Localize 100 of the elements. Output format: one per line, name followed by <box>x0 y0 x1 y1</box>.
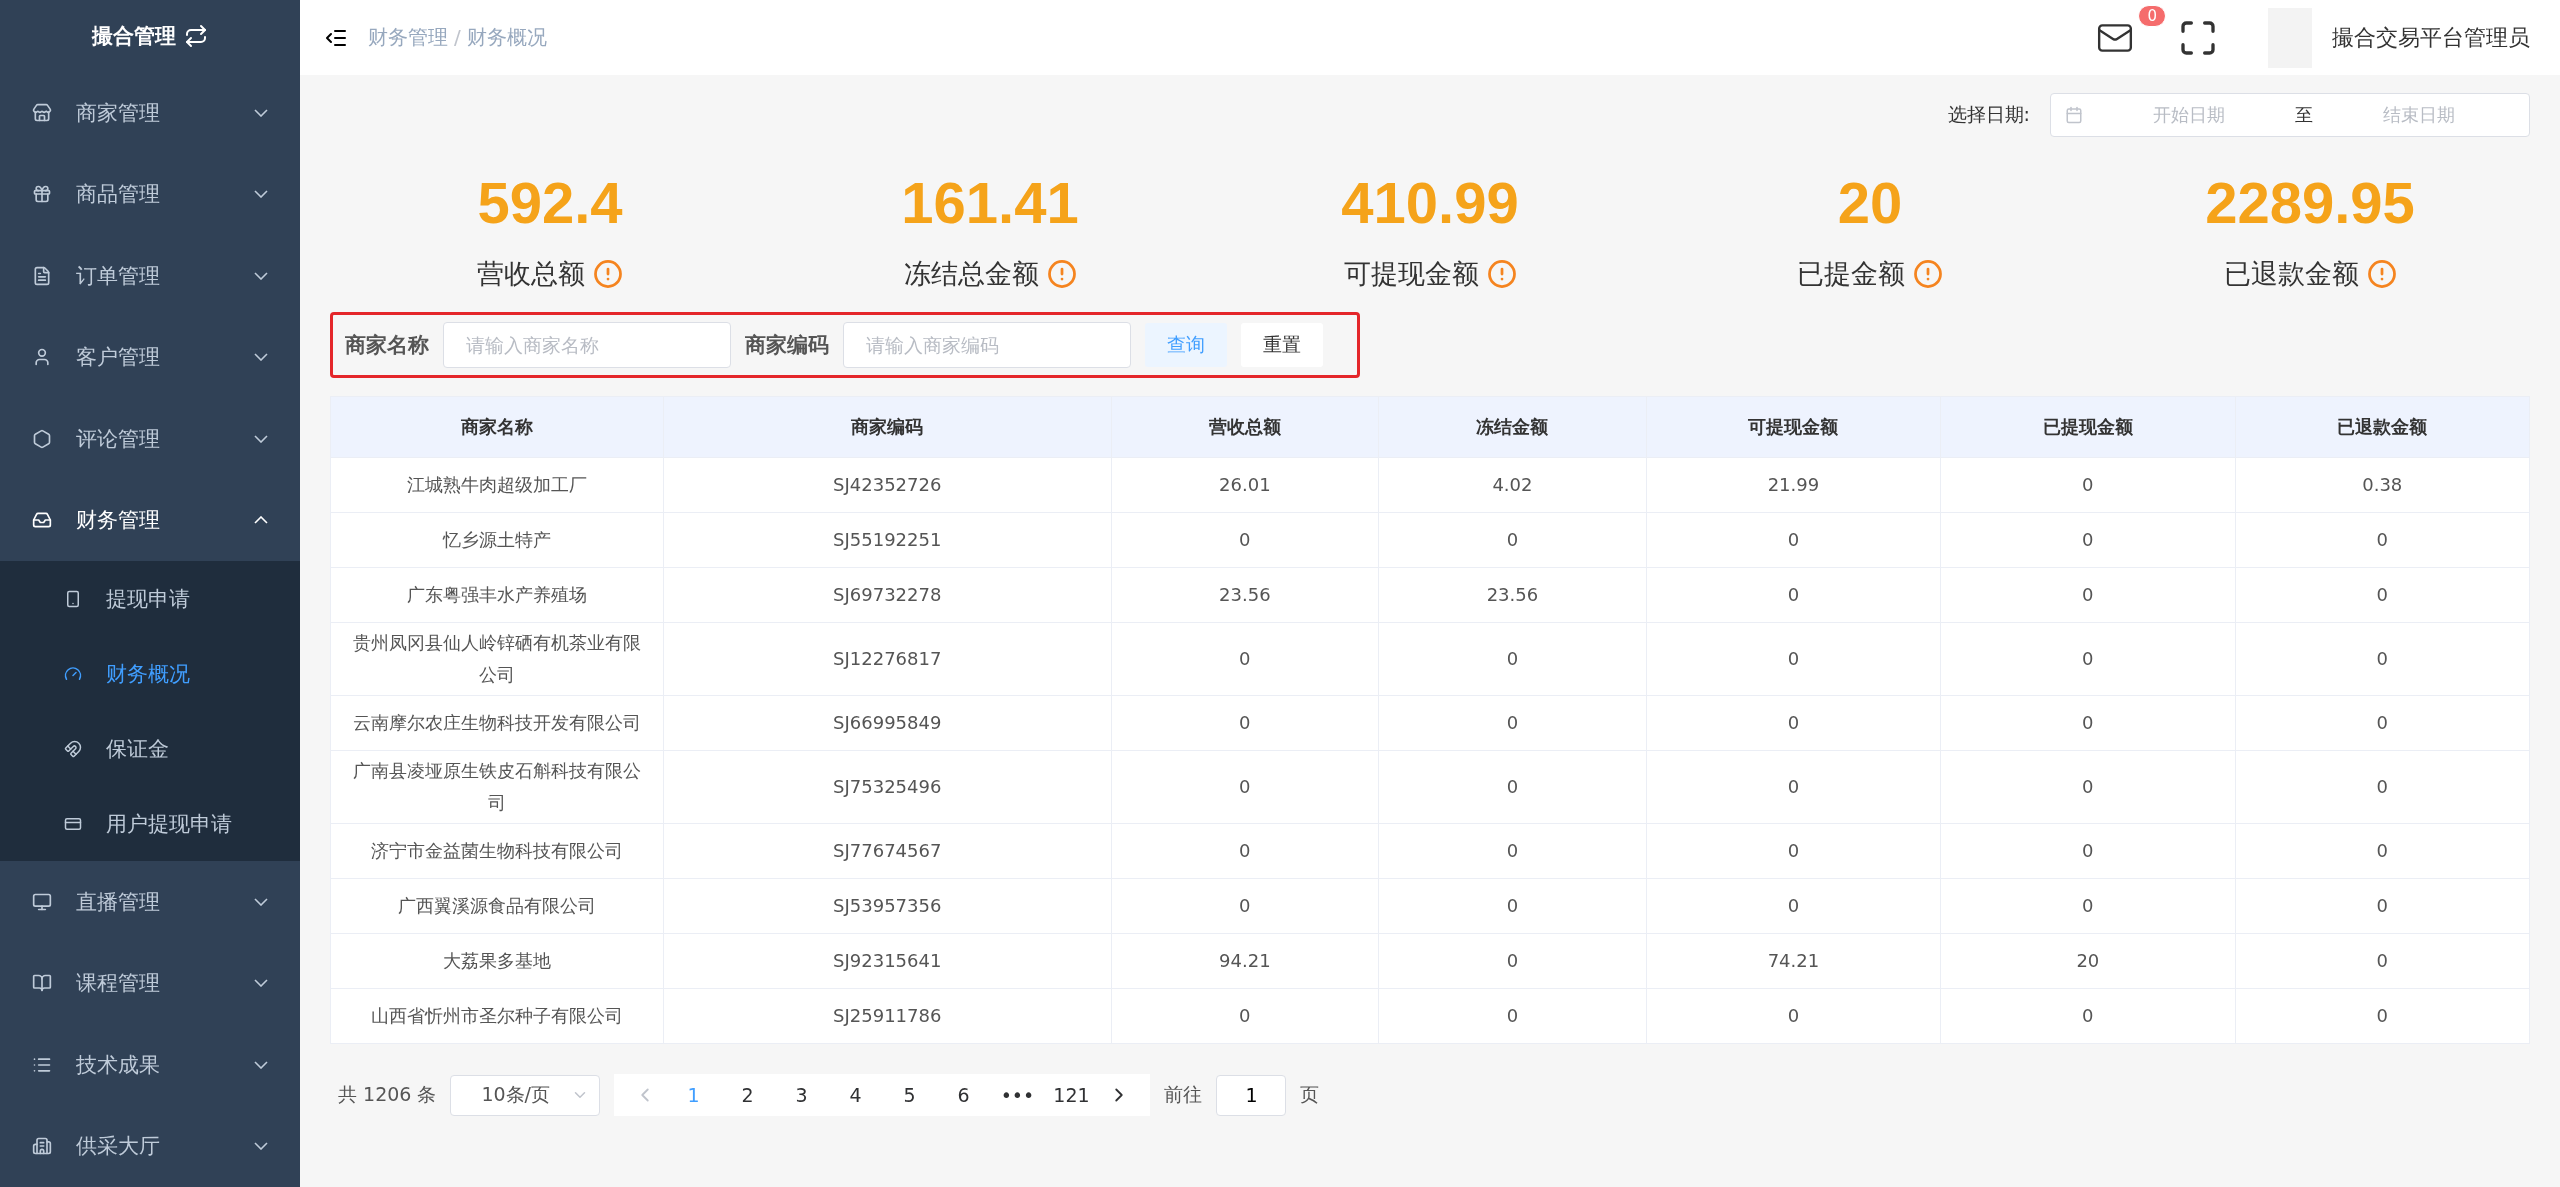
page-number[interactable]: 5 <box>882 1084 937 1106</box>
page-number[interactable]: 4 <box>828 1084 883 1106</box>
table-cell: 0 <box>1940 750 2236 824</box>
table-cell: SJ69732278 <box>663 567 1111 623</box>
table-cell: 忆乡源土特产 <box>330 512 664 568</box>
date-label: 选择日期: <box>1947 102 2030 127</box>
menu-item[interactable]: 直播管理 <box>0 861 300 943</box>
table-cell: 0 <box>1646 823 1941 879</box>
gift-icon <box>32 184 52 205</box>
info-icon[interactable] <box>2366 259 2397 289</box>
table-cell: 0 <box>1111 512 1379 568</box>
info-icon[interactable] <box>1486 259 1517 289</box>
table-cell: 26.01 <box>1111 457 1379 513</box>
table-cell: 0 <box>1940 622 2236 696</box>
document-icon <box>32 265 52 286</box>
table-cell: 0 <box>1378 988 1647 1044</box>
table-cell: 0 <box>1378 622 1647 696</box>
menu-item[interactable]: 技术成果 <box>0 1024 300 1106</box>
page-number[interactable]: 3 <box>774 1084 829 1106</box>
table-cell: 0 <box>1940 988 2236 1044</box>
chevron-down-icon <box>254 434 268 443</box>
table-cell: 0 <box>1111 695 1379 751</box>
table-cell: 云南摩尔农庄生物科技开发有限公司 <box>330 695 664 751</box>
goto-label: 前往 <box>1164 1082 1203 1107</box>
chevron-down-icon <box>254 1142 268 1151</box>
table-cell: 广西翼溪源食品有限公司 <box>330 878 664 934</box>
date-range-picker[interactable]: 开始日期 至 结束日期 <box>2050 93 2530 137</box>
table-cell: 山西省忻州市圣尔种子有限公司 <box>330 988 664 1044</box>
table-cell: 0 <box>1646 622 1941 696</box>
stat-label: 可提现金额 <box>1343 257 1479 291</box>
table-cell: SJ25911786 <box>663 988 1111 1044</box>
table-cell: SJ66995849 <box>663 695 1111 751</box>
table-cell: 0 <box>2235 695 2530 751</box>
table-cell: 大荔果多基地 <box>330 933 664 989</box>
table-cell: 74.21 <box>1646 933 1941 989</box>
table-cell: SJ55192251 <box>663 512 1111 568</box>
page-number[interactable]: ••• <box>990 1084 1045 1106</box>
submenu-item[interactable]: 提现申请 <box>0 561 300 636</box>
page-number[interactable]: 6 <box>936 1084 991 1106</box>
submenu-item[interactable]: 保证金 <box>0 711 300 786</box>
menu-item[interactable]: 客户管理 <box>0 316 300 398</box>
stat-value: 410.99 <box>1341 169 1519 236</box>
table-cell: 广南县凌垭原生铁皮石斛科技有限公司 <box>330 750 664 824</box>
chevron-down-icon <box>254 979 268 988</box>
info-icon[interactable] <box>1046 259 1077 289</box>
table-cell: 0 <box>1111 988 1379 1044</box>
table-cell: 0 <box>1111 622 1379 696</box>
chevron-down-icon <box>254 897 268 906</box>
stat-label: 已提金额 <box>1797 257 1905 291</box>
submenu-item[interactable]: 财务概况 <box>0 636 300 711</box>
column-header: 营收总额 <box>1111 396 1379 458</box>
menu-item[interactable]: 评论管理 <box>0 398 300 480</box>
menu-item[interactable]: 供采大厅 <box>0 1105 300 1187</box>
submenu-item[interactable]: 用户提现申请 <box>0 786 300 861</box>
info-icon[interactable] <box>1913 259 1943 289</box>
chevron-down-icon <box>254 353 268 362</box>
menu-item[interactable]: 订单管理 <box>0 234 300 317</box>
user-name[interactable]: 撮合交易平台管理员 <box>2332 22 2530 53</box>
page-input[interactable]: 1 <box>1216 1074 1287 1116</box>
table-cell: 0 <box>1378 512 1647 568</box>
reset-button[interactable]: 重置 <box>1241 323 1323 367</box>
column-header: 冻结金额 <box>1378 396 1647 458</box>
table-cell: 4.02 <box>1378 457 1647 513</box>
table-cell: 0 <box>1646 567 1941 623</box>
user-icon <box>32 347 52 368</box>
input-field[interactable]: 请输入商家编码 <box>843 322 1131 368</box>
breadcrumb-separator: / <box>454 25 461 49</box>
monitor-icon <box>32 891 52 912</box>
table-cell: 94.21 <box>1111 933 1379 989</box>
table-cell: 0 <box>1940 457 2236 513</box>
page-size-select[interactable]: 10条/页 <box>450 1074 601 1116</box>
field-label: 商家名称 <box>345 332 429 359</box>
breadcrumb-item: 财务概况 <box>466 25 547 49</box>
table-cell: 0 <box>1646 750 1941 824</box>
calendar-icon <box>2065 106 2083 124</box>
column-header: 已退款金额 <box>2235 396 2530 458</box>
menu-item[interactable]: 商家管理 <box>0 71 300 154</box>
table-cell: 0 <box>1111 750 1379 824</box>
table-cell: 0 <box>1940 695 2236 751</box>
column-header: 已提现金额 <box>1940 396 2236 458</box>
table-cell: 0 <box>2235 622 2530 696</box>
table-cell: 0 <box>2235 750 2530 824</box>
info-icon[interactable] <box>593 259 623 289</box>
table-cell: 0 <box>1111 878 1379 934</box>
stat-value: 20 <box>1837 169 1903 236</box>
table-cell: 0 <box>1111 823 1379 879</box>
phone-icon <box>64 589 82 608</box>
table-cell: 0 <box>1378 750 1647 824</box>
table-cell: 0 <box>1378 878 1647 934</box>
page-number[interactable]: 2 <box>720 1084 775 1106</box>
menu-item[interactable]: 商品管理 <box>0 153 300 235</box>
table-cell: SJ53957356 <box>663 878 1111 934</box>
page-number[interactable]: 121 <box>1044 1084 1099 1106</box>
table-cell: 0 <box>2235 512 2530 568</box>
menu-item[interactable]: 课程管理 <box>0 942 300 1025</box>
table-cell: 0 <box>1940 567 2236 623</box>
input-field[interactable]: 请输入商家名称 <box>443 322 731 368</box>
table-cell: SJ12276817 <box>663 622 1111 696</box>
menu-item[interactable]: 财务管理 <box>0 479 300 561</box>
switch-icon[interactable] <box>184 23 208 48</box>
